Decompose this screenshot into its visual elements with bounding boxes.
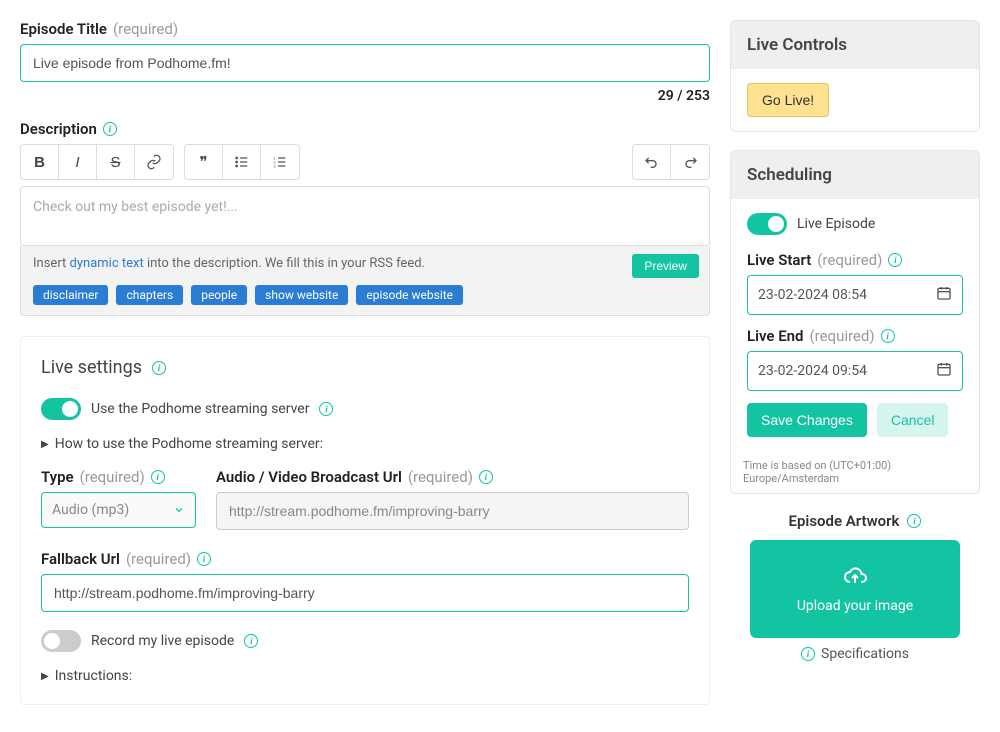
scheduling-panel: Scheduling Live Episode Live Start (requ… xyxy=(730,150,980,494)
dynamic-text-link[interactable]: dynamic text xyxy=(70,256,144,271)
tag-episode-website[interactable]: episode website xyxy=(356,285,463,305)
fallback-url-label: Fallback Url (required) i xyxy=(41,550,689,568)
record-toggle[interactable] xyxy=(41,630,81,652)
info-icon[interactable]: i xyxy=(152,361,166,375)
use-server-label: Use the Podhome streaming server xyxy=(91,401,309,417)
link-icon xyxy=(146,154,162,170)
bullet-list-button[interactable] xyxy=(223,145,261,179)
live-controls-panel: Live Controls Go Live! xyxy=(730,20,980,132)
tag-show-website[interactable]: show website xyxy=(255,285,348,305)
type-select[interactable]: Audio (mp3) xyxy=(41,492,196,528)
undo-button[interactable] xyxy=(633,145,671,179)
preview-button[interactable]: Preview xyxy=(632,254,699,278)
instructions-disclosure[interactable]: Instructions: xyxy=(41,668,689,684)
save-button[interactable]: Save Changes xyxy=(747,403,867,437)
episode-title-required: (required) xyxy=(113,20,178,38)
live-episode-toggle[interactable] xyxy=(747,213,787,235)
episode-title-label-text: Episode Title xyxy=(20,20,107,38)
redo-button[interactable] xyxy=(671,145,709,179)
type-label: Type (required) i xyxy=(41,468,196,486)
episode-title-input[interactable] xyxy=(20,44,710,82)
editor-toolbar: B I S ❞ 123 xyxy=(20,144,710,180)
undo-icon xyxy=(644,154,660,170)
numbered-list-icon: 123 xyxy=(272,154,288,170)
insert-hint: Insert dynamic text into the description… xyxy=(33,256,697,271)
tag-people[interactable]: people xyxy=(191,285,247,305)
specifications-link[interactable]: i Specifications xyxy=(730,646,980,662)
chevron-down-icon xyxy=(173,504,185,516)
info-icon[interactable]: i xyxy=(197,552,211,566)
artwork-label: Episode Artwork i xyxy=(730,512,980,530)
live-start-input[interactable]: 23-02-2024 08:54 xyxy=(747,275,963,315)
calendar-icon xyxy=(936,361,952,381)
cancel-button[interactable]: Cancel xyxy=(877,403,949,437)
live-episode-label: Live Episode xyxy=(797,216,875,232)
episode-title-label: Episode Title (required) xyxy=(20,20,710,38)
timezone-note: Time is based on (UTC+01:00) Europe/Amst… xyxy=(731,451,979,493)
go-live-button[interactable]: Go Live! xyxy=(747,83,829,117)
broadcast-url-input[interactable] xyxy=(216,492,689,530)
strikethrough-button[interactable]: S xyxy=(97,145,135,179)
numbered-list-button[interactable]: 123 xyxy=(261,145,299,179)
info-icon[interactable]: i xyxy=(881,329,895,343)
live-end-label: Live End (required) i xyxy=(747,327,963,345)
info-icon[interactable]: i xyxy=(244,634,258,648)
live-settings-section: Live settings i Use the Podhome streamin… xyxy=(20,336,710,705)
redo-icon xyxy=(682,154,698,170)
info-icon[interactable]: i xyxy=(888,253,902,267)
how-to-use-disclosure[interactable]: How to use the Podhome streaming server: xyxy=(41,436,689,452)
info-icon[interactable]: i xyxy=(103,122,117,136)
fallback-url-input[interactable] xyxy=(41,574,689,612)
calendar-icon xyxy=(936,285,952,305)
artwork-section: Episode Artwork i Upload your image i Sp… xyxy=(730,512,980,662)
info-icon[interactable]: i xyxy=(319,402,333,416)
live-settings-title: Live settings i xyxy=(41,357,689,378)
live-start-label: Live Start (required) i xyxy=(747,251,963,269)
live-controls-title: Live Controls xyxy=(731,21,979,69)
quote-button[interactable]: ❞ xyxy=(185,145,223,179)
svg-text:3: 3 xyxy=(273,163,276,168)
insert-bar: Preview Insert dynamic text into the des… xyxy=(20,246,710,316)
cloud-upload-icon xyxy=(841,564,869,588)
info-icon: i xyxy=(801,647,815,661)
episode-title-counter: 29 / 253 xyxy=(20,88,710,104)
description-label-text: Description xyxy=(20,120,97,138)
live-end-input[interactable]: 23-02-2024 09:54 xyxy=(747,351,963,391)
info-icon[interactable]: i xyxy=(479,470,493,484)
record-label: Record my live episode xyxy=(91,633,234,649)
scheduling-title: Scheduling xyxy=(731,151,979,199)
description-label: Description i xyxy=(20,120,710,138)
tag-chapters[interactable]: chapters xyxy=(116,285,183,305)
italic-button[interactable]: I xyxy=(59,145,97,179)
info-icon[interactable]: i xyxy=(907,514,921,528)
bold-button[interactable]: B xyxy=(21,145,59,179)
bullet-list-icon xyxy=(234,154,250,170)
info-icon[interactable]: i xyxy=(151,470,165,484)
broadcast-url-label: Audio / Video Broadcast Url (required) i xyxy=(216,468,689,486)
use-server-toggle[interactable] xyxy=(41,398,81,420)
tag-disclaimer[interactable]: disclaimer xyxy=(33,285,108,305)
link-button[interactable] xyxy=(135,145,173,179)
description-editor[interactable]: Check out my best episode yet!... xyxy=(20,186,710,246)
upload-image-button[interactable]: Upload your image xyxy=(750,540,960,638)
